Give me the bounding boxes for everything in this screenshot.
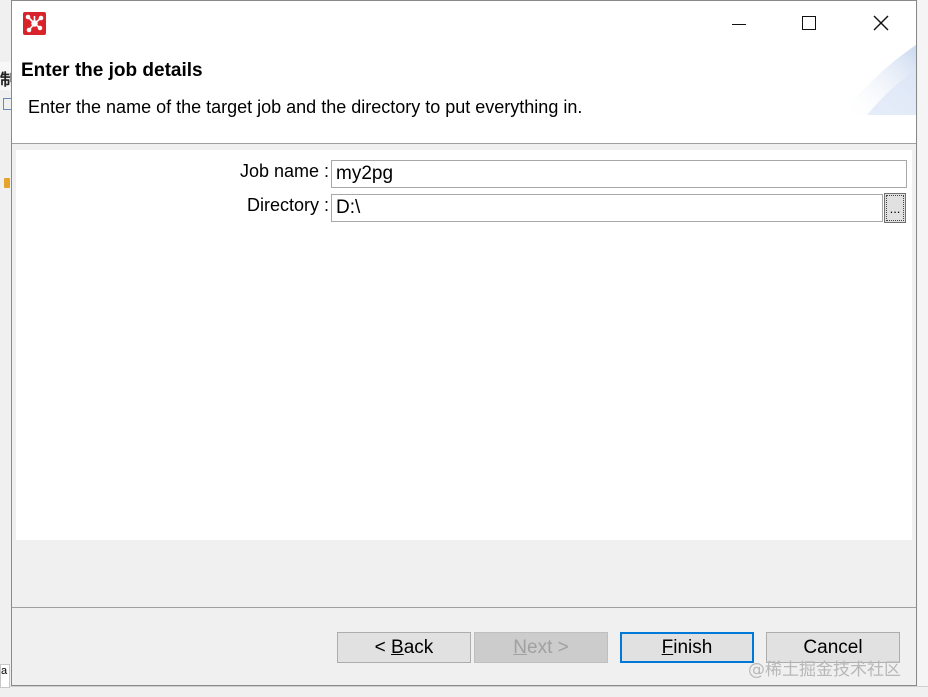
next-button-mnemonic: N xyxy=(513,636,527,658)
finish-button-label: inish xyxy=(673,636,713,658)
form-panel: Job name : Directory : ... xyxy=(16,150,912,540)
network-icon xyxy=(25,14,44,33)
directory-row: Directory : xyxy=(16,192,912,224)
title-bar xyxy=(12,1,916,45)
minimize-button[interactable] xyxy=(704,1,774,45)
background-folder-icon xyxy=(4,178,10,188)
app-icon xyxy=(23,12,46,35)
finish-button-mnemonic: F xyxy=(661,636,674,658)
back-button-prefix: < xyxy=(374,636,392,658)
background-taskbar xyxy=(0,686,928,697)
watermark-text: @稀土掘金技术社区 xyxy=(748,660,901,680)
back-button[interactable]: < Back xyxy=(337,632,471,663)
directory-input[interactable] xyxy=(331,194,883,222)
wizard-banner-graphic xyxy=(842,45,916,115)
finish-button[interactable]: Finish xyxy=(620,632,754,663)
directory-label: Directory : xyxy=(246,195,329,215)
background-window-edge-right xyxy=(918,0,928,696)
job-name-label: Job name : xyxy=(239,161,329,181)
close-icon xyxy=(873,15,889,31)
background-tab-label: a xyxy=(1,665,8,677)
close-button[interactable] xyxy=(846,1,916,45)
background-tab: a xyxy=(0,664,10,688)
wizard-header: Enter the job details Enter the name of … xyxy=(12,45,916,144)
maximize-icon xyxy=(802,16,816,30)
page-description: Enter the name of the target job and the… xyxy=(28,97,583,117)
next-button-label: ext > xyxy=(527,636,569,658)
job-details-dialog: Enter the job details Enter the name of … xyxy=(11,0,917,686)
minimize-icon xyxy=(732,23,746,25)
back-button-mnemonic: B xyxy=(391,636,404,658)
next-button[interactable]: Next > xyxy=(474,632,608,663)
browse-directory-button[interactable]: ... xyxy=(884,193,906,223)
job-name-row: Job name : xyxy=(16,158,912,190)
footer-separator xyxy=(12,607,916,608)
maximize-button[interactable] xyxy=(774,1,844,45)
page-title: Enter the job details xyxy=(21,60,203,81)
job-name-input[interactable] xyxy=(331,160,907,188)
back-button-label: ack xyxy=(403,636,434,658)
